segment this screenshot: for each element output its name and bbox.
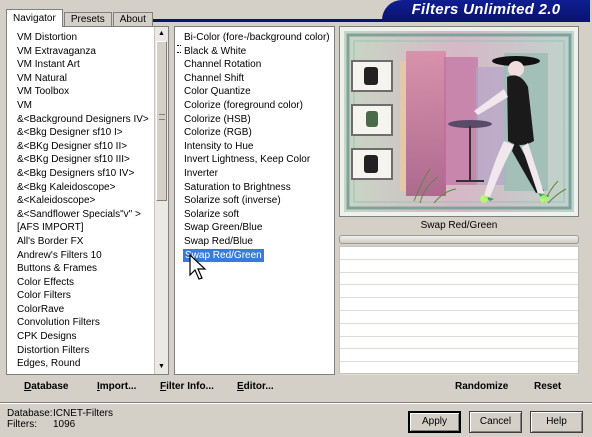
scrollbar-thumb[interactable] <box>156 41 167 201</box>
favorite-marker-icon <box>177 45 181 53</box>
filter-item[interactable]: Bi-Color (fore-/background color) <box>183 31 334 45</box>
category-item[interactable]: Convolution Filters <box>17 316 155 330</box>
category-item[interactable]: ColorRave <box>17 303 155 317</box>
category-item[interactable]: &<Bkg Designers sf10 IV> <box>17 167 155 181</box>
database-button[interactable]: Database <box>24 377 68 397</box>
help-button[interactable]: Help <box>530 411 583 433</box>
mouse-pointer-icon <box>189 254 207 280</box>
filter-item[interactable]: Channel Rotation <box>183 58 334 72</box>
apply-button[interactable]: Apply <box>408 411 461 433</box>
category-item[interactable]: VM Distortion <box>17 31 155 45</box>
category-item[interactable]: CPK Designs <box>17 330 155 344</box>
category-item[interactable]: All's Border FX <box>17 235 155 249</box>
scroll-up-arrow-icon[interactable]: ▲ <box>155 28 168 40</box>
category-item[interactable]: Buttons & Frames <box>17 262 155 276</box>
tab-navigator[interactable]: Navigator <box>6 9 63 27</box>
separator <box>0 402 592 404</box>
filter-item[interactable]: Intensity to Hue <box>183 140 334 154</box>
category-item[interactable]: Distortion Filters <box>17 344 155 358</box>
control-row <box>340 337 578 350</box>
filter-info-button[interactable]: Filter Info... <box>160 377 214 397</box>
filter-item[interactable]: Color Quantize <box>183 85 334 99</box>
control-row <box>340 247 578 260</box>
filter-item[interactable]: Colorize (HSB) <box>183 113 334 127</box>
preview-image <box>344 31 574 212</box>
filter-list[interactable]: Bi-Color (fore-/background color) Black &… <box>175 27 334 263</box>
category-item[interactable]: Color Effects <box>17 276 155 290</box>
category-item[interactable]: VM Toolbox <box>17 85 155 99</box>
category-item[interactable]: VM Instant Art <box>17 58 155 72</box>
filter-item[interactable]: Colorize (RGB) <box>183 126 334 140</box>
scroll-down-arrow-icon[interactable]: ▼ <box>155 361 168 373</box>
filter-item[interactable]: Saturation to Brightness <box>183 181 334 195</box>
filters-count-label: Filters: <box>7 419 37 430</box>
filter-item[interactable]: Colorize (foreground color) <box>183 99 334 113</box>
filter-item[interactable]: Inverter <box>183 167 334 181</box>
randomize-button[interactable]: Randomize <box>455 377 508 397</box>
filter-list-panel: Bi-Color (fore-/background color) Black &… <box>174 26 335 375</box>
control-row <box>340 324 578 337</box>
category-item[interactable]: Andrew's Filters 10 <box>17 249 155 263</box>
control-row <box>340 362 578 375</box>
editor-button[interactable]: Editor... <box>237 377 274 397</box>
thumbnail-frames <box>351 60 393 180</box>
preview-frame <box>339 26 579 217</box>
category-item[interactable]: VM Natural <box>17 72 155 86</box>
status-area: Database:ICNET-Filters Filters: 1096 <box>7 408 113 430</box>
category-item[interactable]: &<Bkg Designer sf10 I> <box>17 126 155 140</box>
import-button[interactable]: Import... <box>97 377 136 397</box>
category-list-panel: VM Distortion VM Extravaganza VM Instant A… <box>6 26 169 375</box>
control-row <box>340 285 578 299</box>
control-row <box>340 311 578 324</box>
category-item[interactable]: Color Filters <box>17 289 155 303</box>
filter-item[interactable]: Solarize soft (inverse) <box>183 194 334 208</box>
control-row <box>340 260 578 273</box>
category-item[interactable]: &<Bkg Kaleidoscope> <box>17 181 155 195</box>
category-item[interactable]: VM Extravaganza <box>17 45 155 59</box>
grip-icon <box>159 114 165 120</box>
filter-controls-area <box>339 246 579 375</box>
filter-item[interactable]: Channel Shift <box>183 72 334 86</box>
tab-about[interactable]: About <box>112 12 153 27</box>
current-filter-name: Swap Red/Green <box>420 220 498 231</box>
category-item[interactable]: &<Sandflower Specials"v" > <box>17 208 155 222</box>
cancel-button[interactable]: Cancel <box>469 411 522 433</box>
tab-strip: Navigator Presets About <box>6 9 154 27</box>
category-list[interactable]: VM Distortion VM Extravaganza VM Instant A… <box>7 27 155 374</box>
filter-item[interactable]: Invert Lightness, Keep Color <box>183 153 334 167</box>
category-item[interactable]: &<Kaleidoscope> <box>17 194 155 208</box>
control-row <box>340 273 578 286</box>
filter-item[interactable]: Swap Green/Blue <box>183 221 334 235</box>
filter-item[interactable]: Solarize soft <box>183 208 334 222</box>
bottom-toolbar: Database Import... Filter Info... Editor… <box>0 377 592 397</box>
app-title-banner: Filters Unlimited 2.0 <box>382 0 590 20</box>
control-row <box>340 298 578 311</box>
control-row <box>340 349 578 363</box>
category-item[interactable]: &<BKg Designer sf10 II> <box>17 140 155 154</box>
category-item[interactable]: Edges, Round <box>17 357 155 371</box>
category-item[interactable]: &<Background Designers IV> <box>17 113 155 127</box>
reset-button[interactable]: Reset <box>534 377 561 397</box>
category-scrollbar[interactable]: ▲ ▼ <box>154 27 168 374</box>
tab-presets[interactable]: Presets <box>63 12 112 27</box>
filter-item[interactable]: Black & White <box>183 45 334 59</box>
filter-item[interactable]: Swap Red/Blue <box>183 235 334 249</box>
database-value: ICNET-Filters <box>53 408 113 419</box>
filters-count-value: 1096 <box>53 419 76 430</box>
progress-bar <box>339 235 579 244</box>
database-label: Database: <box>7 408 53 419</box>
category-item[interactable]: [AFS IMPORT] <box>17 221 155 235</box>
category-item[interactable]: &<BKg Designer sf10 III> <box>17 153 155 167</box>
category-item[interactable]: VM <box>17 99 155 113</box>
